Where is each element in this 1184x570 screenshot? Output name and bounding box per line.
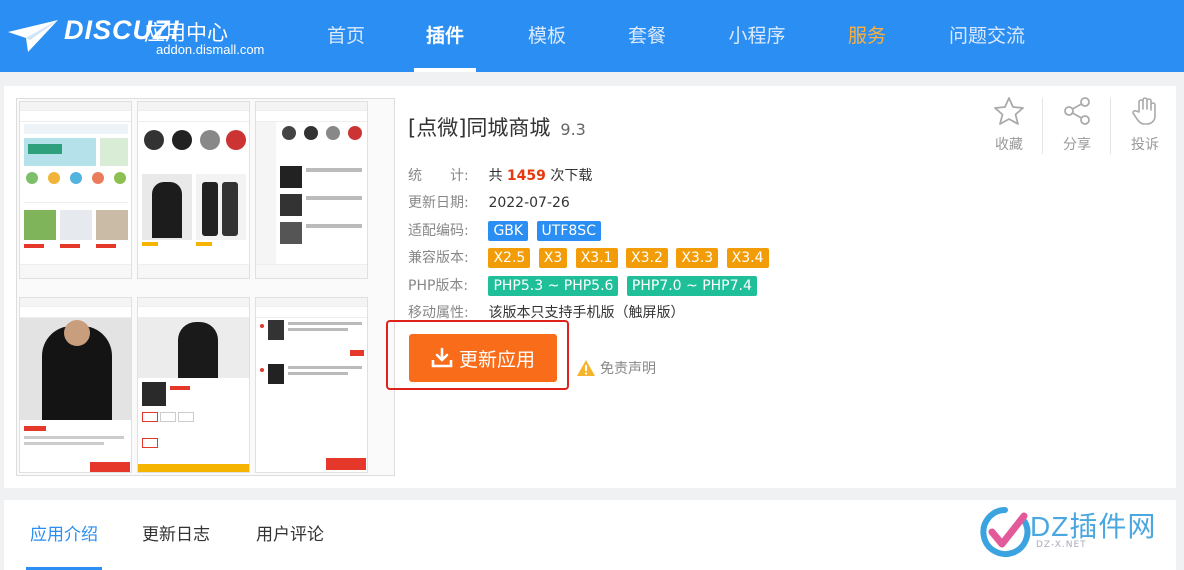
update-button-label: 更新应用 [458, 348, 535, 371]
screenshot-thumbnail[interactable] [137, 297, 250, 473]
favorite-label: 收藏 [995, 137, 1023, 153]
php-tag: PHP5.3 ~ PHP5.6 [488, 276, 619, 296]
nav-forum[interactable]: 问题交流 [946, 0, 1028, 72]
php-label: PHP版本: [408, 278, 469, 294]
encoding-tag: GBK [488, 221, 529, 241]
compat-label: 兼容版本: [408, 250, 469, 266]
plugin-name: [点微]同城商城 [408, 116, 551, 140]
plugin-version: 9.3 [560, 120, 586, 139]
tab-reviews[interactable]: 用户评论 [256, 520, 324, 560]
download-icon [431, 347, 453, 368]
site-watermark: DZ插件网 DZ-X.NET [976, 500, 1176, 568]
encoding-tag: UTF8SC [536, 221, 601, 241]
stats-label: 统 计: [408, 168, 469, 184]
compat-row: 兼容版本: X2.5 X3 X3.1 X3.2 X3.3 X3.4 [408, 247, 773, 269]
php-tag: PHP7.0 ~ PHP7.4 [626, 276, 757, 296]
updated-row: 更新日期: 2022-07-26 [408, 192, 570, 214]
nav-mini-program[interactable]: 小程序 [726, 0, 788, 72]
screenshot-thumbnail[interactable] [137, 101, 250, 279]
plugin-screenshot-gallery[interactable] [16, 98, 395, 476]
report-button[interactable]: 投诉 [1112, 96, 1178, 156]
share-label: 分享 [1063, 137, 1091, 153]
hand-icon [1132, 97, 1156, 125]
check-logo-icon [980, 507, 1031, 557]
compat-tag: X2.5 [488, 248, 531, 268]
stats-row: 统 计: 共 1459 次下载 [408, 165, 592, 187]
plugin-detail-card: [点微]同城商城 9.3 统 计: 共 1459 次下载 更新日期: 2022-0… [4, 86, 1176, 488]
encoding-row: 适配编码: GBK UTF8SC [408, 220, 605, 242]
tab-changelog[interactable]: 更新日志 [142, 520, 210, 560]
action-divider [1110, 98, 1111, 154]
paper-plane-icon [8, 20, 58, 52]
update-app-button[interactable]: 更新应用 [409, 334, 557, 382]
action-divider [1042, 98, 1043, 154]
top-navigation-bar: DISCUZ! 应用中心 addon.dismall.com 首页 插件 模板 … [0, 0, 1184, 72]
download-count: 1459 [506, 168, 546, 184]
disclaimer-label: 免责声明 [600, 361, 656, 377]
compat-tag: X3 [538, 248, 568, 268]
share-button[interactable]: 分享 [1044, 96, 1110, 156]
nav-services[interactable]: 服务 [846, 0, 888, 72]
nav-templates[interactable]: 模板 [526, 0, 568, 72]
compat-tag: X3.1 [575, 248, 618, 268]
compat-tag: X3.3 [676, 248, 719, 268]
watermark-text: DZ插件网 [1030, 511, 1157, 542]
site-logo[interactable]: DISCUZ! 应用中心 addon.dismall.com [6, 12, 276, 62]
warning-icon [577, 360, 595, 376]
stats-suffix: 次下载 [550, 168, 593, 184]
report-label: 投诉 [1131, 137, 1159, 153]
compat-tag: X3.2 [626, 248, 668, 268]
star-icon [994, 97, 1024, 125]
screenshot-thumbnail[interactable] [19, 297, 132, 473]
tab-introduction[interactable]: 应用介绍 [26, 520, 102, 570]
screenshot-thumbnail[interactable] [19, 101, 132, 279]
updated-label: 更新日期: [408, 195, 469, 211]
watermark-sub: DZ-X.NET [1036, 540, 1087, 550]
compat-tag: X3.4 [726, 248, 769, 268]
stats-prefix: 共 [488, 168, 503, 184]
logo-url: addon.dismall.com [156, 42, 265, 57]
encoding-label: 适配编码: [408, 223, 469, 239]
nav-bundles[interactable]: 套餐 [626, 0, 668, 72]
share-icon [1064, 97, 1090, 125]
nav-plugins[interactable]: 插件 [414, 0, 476, 72]
mobile-value: 该版本只支持手机版（触屏版） [488, 305, 685, 321]
screenshot-thumbnail[interactable] [255, 297, 368, 473]
php-row: PHP版本: PHP5.3 ~ PHP5.6 PHP7.0 ~ PHP7.4 [408, 275, 761, 297]
favorite-button[interactable]: 收藏 [976, 96, 1042, 156]
screenshot-thumbnail[interactable] [255, 101, 368, 279]
nav-home[interactable]: 首页 [326, 0, 366, 72]
plugin-title: [点微]同城商城 9.3 [408, 112, 586, 142]
disclaimer-link[interactable]: 免责声明 [576, 358, 656, 378]
updated-date: 2022-07-26 [488, 195, 570, 211]
